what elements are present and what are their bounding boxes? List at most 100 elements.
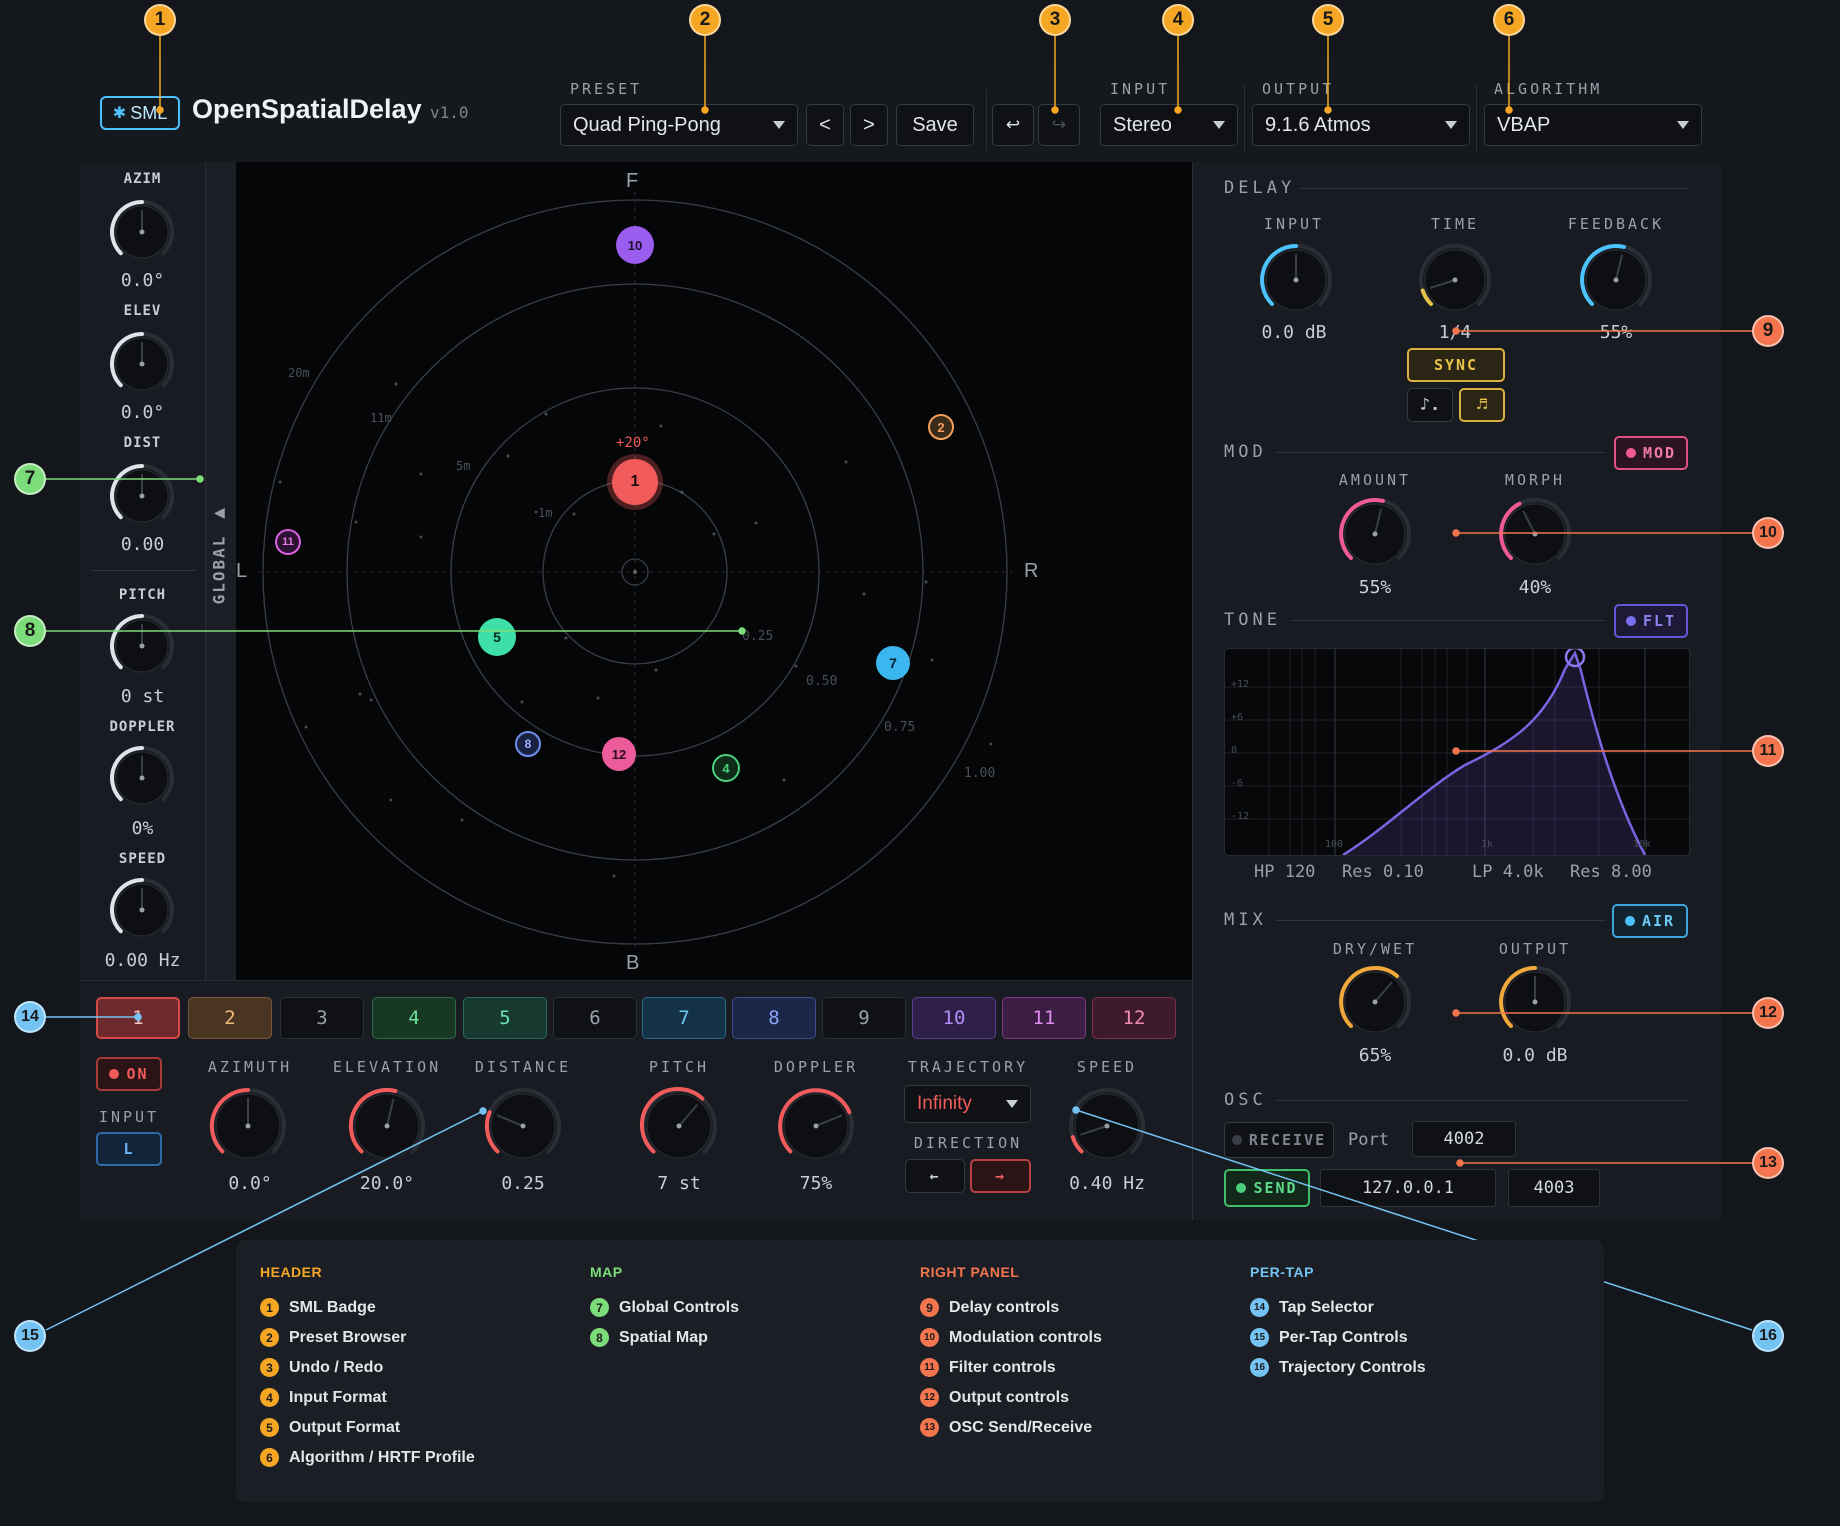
filter-graph[interactable]: +12 +6 0 -6 -12 100 1k 10k bbox=[1224, 648, 1690, 856]
global-azim-label: AZIM bbox=[123, 171, 162, 187]
tap-input-selector[interactable]: L bbox=[96, 1132, 162, 1166]
legend-item-label: Output controls bbox=[949, 1388, 1069, 1406]
filter-toggle[interactable]: FLT bbox=[1614, 604, 1688, 638]
tap-on-toggle[interactable]: ON bbox=[96, 1057, 162, 1091]
tap-distance-knob[interactable] bbox=[483, 1086, 563, 1166]
global-pitch-knob[interactable] bbox=[108, 612, 176, 680]
header-divider bbox=[1244, 84, 1245, 152]
legend-item-label: Input Format bbox=[289, 1388, 387, 1406]
tap-tab-1[interactable]: 1 bbox=[96, 997, 180, 1039]
delay-time-knob[interactable] bbox=[1417, 242, 1493, 318]
global-dist-knob[interactable] bbox=[108, 462, 176, 530]
global-pitch-label: PITCH bbox=[118, 587, 167, 603]
tap-tab-2[interactable]: 2 bbox=[188, 997, 272, 1039]
app-version: v1.0 bbox=[430, 103, 469, 122]
sml-badge[interactable]: ✱ SML bbox=[100, 96, 180, 130]
osc-send-ip-input[interactable]: 127.0.0.1 bbox=[1320, 1169, 1496, 1207]
collapse-arrow-icon[interactable]: ◀ bbox=[214, 504, 225, 521]
tap-tab-8[interactable]: 8 bbox=[732, 997, 816, 1039]
tap-tab-9[interactable]: 9 bbox=[822, 997, 906, 1039]
tap-node-10[interactable]: 10 bbox=[616, 226, 654, 264]
note-triplet-button[interactable]: ♬ bbox=[1459, 388, 1505, 422]
osc-title: OSC bbox=[1224, 1090, 1267, 1110]
tap-node-5[interactable]: 5 bbox=[478, 618, 516, 656]
legend-num: 15 bbox=[1250, 1328, 1269, 1347]
global-elev-knob[interactable] bbox=[108, 330, 176, 398]
callout-12: 12 bbox=[1752, 997, 1784, 1029]
preset-dropdown[interactable]: Quad Ping-Pong bbox=[560, 104, 798, 146]
map-back-label: B bbox=[626, 952, 640, 974]
input-format-dropdown[interactable]: Stereo bbox=[1100, 104, 1238, 146]
tap-node-4[interactable]: 4 bbox=[712, 754, 740, 782]
tap-tab-7[interactable]: 7 bbox=[642, 997, 726, 1039]
tap-node-2[interactable]: 2 bbox=[928, 414, 954, 440]
delay-time-value: 1/4 bbox=[1438, 322, 1472, 343]
note-dotted-button[interactable]: ♪. bbox=[1407, 388, 1453, 422]
filter-db-tick: -12 bbox=[1231, 811, 1250, 822]
undo-button[interactable]: ↩ bbox=[992, 104, 1034, 146]
delay-feedback-knob[interactable] bbox=[1578, 242, 1654, 318]
tap-tab-4[interactable]: 4 bbox=[372, 997, 456, 1039]
distance-label: 0.25 bbox=[742, 629, 774, 644]
preset-next-button[interactable]: > bbox=[850, 104, 888, 146]
tap-tab-11[interactable]: 11 bbox=[1002, 997, 1086, 1039]
tap-tab-10[interactable]: 10 bbox=[912, 997, 996, 1039]
legend-item: 1 SML Badge bbox=[260, 1298, 376, 1317]
save-button[interactable]: Save bbox=[896, 104, 974, 146]
lp-freq-readout: LP 4.0k bbox=[1472, 862, 1544, 882]
tap-tab-12[interactable]: 12 bbox=[1092, 997, 1176, 1039]
algorithm-dropdown[interactable]: VBAP bbox=[1484, 104, 1702, 146]
legend-item-label: Spatial Map bbox=[619, 1328, 708, 1346]
delay-input-knob[interactable] bbox=[1258, 242, 1334, 318]
tap-azimuth-value: 0.0° bbox=[228, 1173, 272, 1194]
tap-node-7[interactable]: 7 bbox=[876, 646, 910, 680]
tap-doppler-knob[interactable] bbox=[776, 1086, 856, 1166]
legend-num: 9 bbox=[920, 1298, 939, 1317]
tap-elevation-knob[interactable] bbox=[347, 1086, 427, 1166]
mod-morph-knob[interactable] bbox=[1497, 496, 1573, 572]
chevron-down-icon bbox=[1445, 121, 1457, 129]
sync-toggle[interactable]: SYNC bbox=[1407, 348, 1505, 382]
osc-receive-toggle[interactable]: RECEIVE bbox=[1224, 1122, 1334, 1158]
tap-speed-value: 0.40 Hz bbox=[1069, 1173, 1145, 1194]
legend-item-label: Output Format bbox=[289, 1418, 401, 1436]
tap-node-12[interactable]: 12 bbox=[602, 737, 636, 771]
preset-prev-button[interactable]: < bbox=[806, 104, 844, 146]
tap-node-8[interactable]: 8 bbox=[515, 731, 541, 757]
global-speed-knob[interactable] bbox=[108, 876, 176, 944]
osc-receive-port-input[interactable]: 4002 bbox=[1412, 1121, 1516, 1157]
tap-tab-3[interactable]: 3 bbox=[280, 997, 364, 1039]
output-gain-knob[interactable] bbox=[1497, 964, 1573, 1040]
tap-node-11[interactable]: 11 bbox=[275, 529, 301, 555]
mod-amount-knob[interactable] bbox=[1337, 496, 1413, 572]
redo-button[interactable]: ↪ bbox=[1038, 104, 1080, 146]
tap-speed-knob[interactable] bbox=[1067, 1086, 1147, 1166]
chevron-down-icon bbox=[1213, 121, 1225, 129]
osc-send-toggle[interactable]: SEND bbox=[1224, 1169, 1310, 1207]
tap-pitch-knob[interactable] bbox=[639, 1086, 719, 1166]
direction-reverse-button[interactable]: ← bbox=[905, 1159, 965, 1193]
global-divider bbox=[90, 570, 196, 571]
tap-tab-6[interactable]: 6 bbox=[553, 997, 637, 1039]
chevron-down-icon bbox=[1677, 121, 1689, 129]
callout-15: 15 bbox=[14, 1320, 46, 1352]
mod-toggle[interactable]: MOD bbox=[1614, 436, 1688, 470]
output-format-dropdown[interactable]: 9.1.6 Atmos bbox=[1252, 104, 1470, 146]
osc-send-port-input[interactable]: 4003 bbox=[1508, 1169, 1600, 1207]
callout-8: 8 bbox=[14, 615, 46, 647]
legend-item-label: Per-Tap Controls bbox=[1279, 1328, 1408, 1346]
knob-center-dot bbox=[1532, 531, 1538, 537]
callout-3: 3 bbox=[1039, 4, 1071, 36]
global-doppler-knob[interactable] bbox=[108, 744, 176, 812]
global-azim-knob[interactable] bbox=[108, 198, 176, 266]
tap-tab-5[interactable]: 5 bbox=[463, 997, 547, 1039]
map-center-dot bbox=[633, 570, 637, 574]
drywet-knob[interactable] bbox=[1337, 964, 1413, 1040]
air-toggle[interactable]: AIR bbox=[1612, 904, 1688, 938]
tap-node-1[interactable]: 1 bbox=[612, 459, 658, 505]
spatial-map[interactable]: F B L R 20m 11m 5m 1m 0.25 0.50 0.75 1.0… bbox=[236, 162, 1192, 980]
tap-azimuth-knob[interactable] bbox=[208, 1086, 288, 1166]
legend-item-label: SML Badge bbox=[289, 1298, 376, 1316]
trajectory-dropdown[interactable]: Infinity bbox=[904, 1085, 1031, 1123]
direction-forward-button[interactable]: → bbox=[970, 1159, 1031, 1193]
